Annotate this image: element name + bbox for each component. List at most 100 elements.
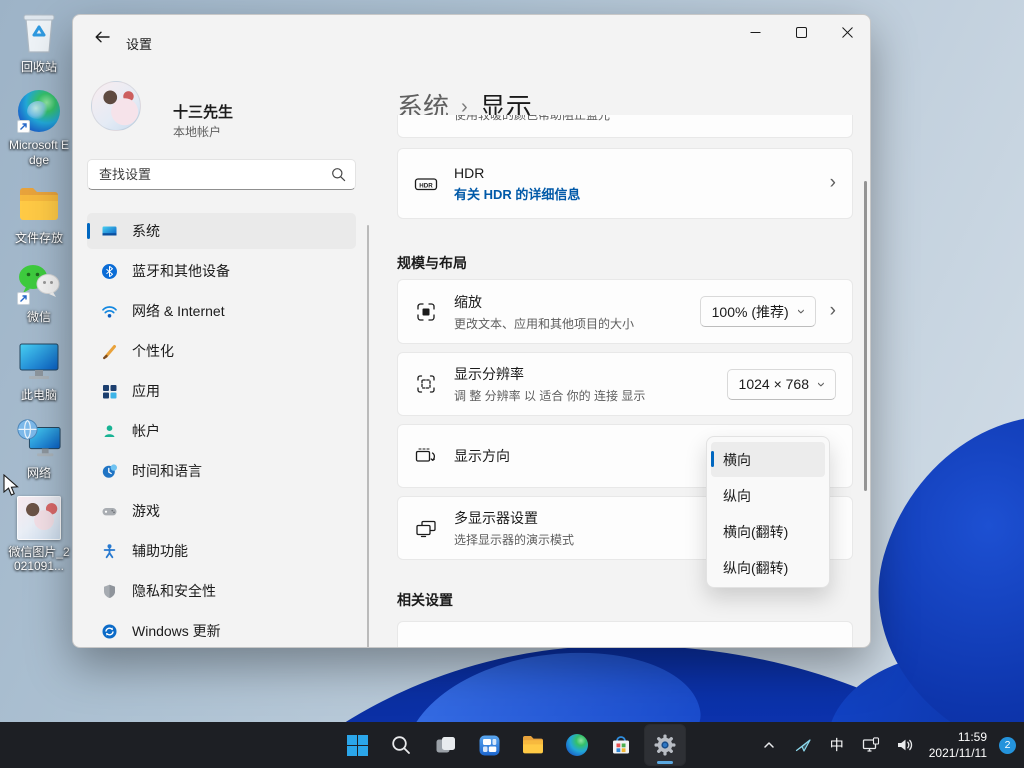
flyout-option-landscape-flipped[interactable]: 横向(翻转) — [711, 514, 825, 549]
store-button[interactable] — [601, 725, 641, 765]
sidebar-item-label: 系统 — [132, 221, 160, 241]
clock-icon — [101, 463, 118, 480]
settings-window: 设置 十三先生 本地帐户 系统 蓝牙和其他设备 网络 & Internet — [72, 14, 871, 648]
sidebar-item-gaming[interactable]: 游戏 — [87, 493, 356, 529]
recycle-bin-icon — [16, 10, 62, 56]
brush-icon — [101, 343, 118, 360]
wechat-icon — [16, 260, 62, 306]
advanced-display-row[interactable]: 高级显示 — [397, 621, 853, 648]
sidebar-item-network[interactable]: 网络 & Internet — [87, 293, 356, 329]
close-button[interactable] — [824, 15, 870, 49]
sidebar-item-system[interactable]: 系统 — [87, 213, 356, 249]
edge-icon — [16, 88, 62, 134]
desktop-icon-folder[interactable]: 文件存放 — [6, 181, 72, 245]
desktop-icon-edge[interactable]: Microsoft Edge — [6, 88, 72, 167]
flyout-option-label: 横向 — [723, 450, 751, 470]
sidebar-item-label: 帐户 — [132, 421, 160, 441]
multi-display-title: 多显示器设置 — [454, 508, 574, 528]
tray-app-paper-plane-icon[interactable] — [789, 727, 817, 763]
wifi-icon — [101, 303, 118, 320]
content-scrollbar[interactable] — [864, 181, 867, 491]
flyout-option-label: 纵向 — [723, 486, 751, 506]
file-explorer-button[interactable] — [513, 725, 553, 765]
orientation-title: 显示方向 — [454, 446, 510, 466]
account-type: 本地帐户 — [173, 123, 221, 140]
sidebar-item-apps[interactable]: 应用 — [87, 373, 356, 409]
system-tray: 中 11:59 2021/11/11 2 — [755, 722, 1016, 768]
sidebar-item-time-language[interactable]: 时间和语言 — [87, 453, 356, 489]
notification-badge[interactable]: 2 — [999, 737, 1016, 754]
volume-tray-icon[interactable] — [891, 727, 919, 763]
resolution-dropdown[interactable]: 1024 × 768 › — [727, 369, 836, 400]
search-icon — [331, 167, 346, 187]
section-scale-layout: 规模与布局 — [397, 253, 853, 273]
section-related-settings: 相关设置 — [397, 590, 853, 610]
apps-icon — [101, 383, 118, 400]
accessibility-icon — [101, 543, 118, 560]
sidebar-item-label: 辅助功能 — [132, 541, 188, 561]
sidebar-item-label: 应用 — [132, 381, 160, 401]
desktop-icon-network[interactable]: 网络 — [6, 416, 72, 480]
desktop-icon-this-pc[interactable]: 此电脑 — [6, 338, 72, 402]
flyout-option-portrait-flipped[interactable]: 纵向(翻转) — [711, 550, 825, 585]
desktop-icon-label: Microsoft Edge — [6, 138, 72, 167]
chevron-down-icon: › — [814, 382, 829, 387]
scale-icon — [414, 301, 438, 323]
minimize-button[interactable] — [732, 15, 778, 49]
task-view-button[interactable] — [425, 725, 465, 765]
window-controls — [732, 15, 870, 49]
widgets-button[interactable] — [469, 725, 509, 765]
sidebar-item-personalization[interactable]: 个性化 — [87, 333, 356, 369]
network-tray-icon[interactable] — [857, 727, 885, 763]
hdr-link[interactable]: 有关 HDR 的详细信息 — [454, 184, 580, 203]
ime-indicator[interactable]: 中 — [823, 727, 851, 763]
clock-time: 11:59 — [929, 729, 987, 745]
desktop-icon-recycle-bin[interactable]: 回收站 — [6, 10, 72, 74]
tray-chevron-up-icon[interactable] — [755, 727, 783, 763]
search-taskbar-button[interactable] — [381, 725, 421, 765]
bluetooth-icon — [101, 263, 118, 280]
resolution-title: 显示分辨率 — [454, 364, 645, 384]
user-avatar[interactable] — [91, 81, 141, 131]
scale-dropdown[interactable]: 100% (推荐) › — [700, 296, 816, 327]
edge-taskbar-button[interactable] — [557, 725, 597, 765]
sidebar-item-accessibility[interactable]: 辅助功能 — [87, 533, 356, 569]
settings-search[interactable] — [87, 159, 356, 190]
settings-taskbar-button[interactable] — [645, 725, 685, 765]
taskbar-center-icons — [337, 725, 685, 765]
chevron-right-icon: › — [830, 173, 836, 194]
resolution-icon — [414, 373, 438, 395]
resolution-row[interactable]: 显示分辨率 调 整 分辨率 以 适合 你的 连接 显示 1024 × 768 › — [397, 352, 853, 416]
taskbar-clock[interactable]: 11:59 2021/11/11 — [925, 729, 991, 761]
night-light-card-clipped[interactable]: 使用较暖的颜色帮助阻止蓝光 — [397, 115, 853, 138]
maximize-button[interactable] — [778, 15, 824, 49]
image-thumbnail-icon — [16, 495, 62, 541]
night-light-subtitle: 使用较暖的颜色帮助阻止蓝光 — [398, 115, 852, 124]
desktop-icon-wechat[interactable]: 微信 — [6, 260, 72, 324]
hdr-icon: HDR — [414, 173, 438, 195]
search-input[interactable] — [88, 160, 355, 189]
sidebar-item-label: Windows 更新 — [132, 621, 221, 641]
sidebar-item-label: 网络 & Internet — [132, 301, 225, 321]
titlebar[interactable]: 设置 — [73, 15, 870, 63]
gamepad-icon — [101, 503, 118, 520]
flyout-option-portrait[interactable]: 纵向 — [711, 478, 825, 513]
sidebar-item-label: 游戏 — [132, 501, 160, 521]
scale-row[interactable]: 缩放 更改文本、应用和其他项目的大小 100% (推荐) › › — [397, 279, 853, 344]
sidebar-item-accounts[interactable]: 帐户 — [87, 413, 356, 449]
flyout-option-landscape[interactable]: 横向 — [711, 442, 825, 477]
sidebar-item-privacy-security[interactable]: 隐私和安全性 — [87, 573, 356, 609]
network-icon — [16, 416, 62, 462]
hdr-title: HDR — [454, 165, 580, 181]
sidebar-item-label: 隐私和安全性 — [132, 581, 216, 601]
scale-title: 缩放 — [454, 292, 634, 312]
hdr-row[interactable]: HDR HDR 有关 HDR 的详细信息 › — [397, 148, 853, 219]
user-name: 十三先生 — [173, 101, 233, 122]
window-title: 设置 — [126, 34, 152, 53]
sidebar-scrollbar[interactable] — [367, 225, 369, 648]
sidebar-item-windows-update[interactable]: Windows 更新 — [87, 613, 356, 648]
back-button[interactable] — [85, 22, 119, 52]
sidebar-item-bluetooth-devices[interactable]: 蓝牙和其他设备 — [87, 253, 356, 289]
start-button[interactable] — [337, 725, 377, 765]
desktop-icon-wechat-image[interactable]: 微信图片_2021091... — [6, 495, 72, 574]
